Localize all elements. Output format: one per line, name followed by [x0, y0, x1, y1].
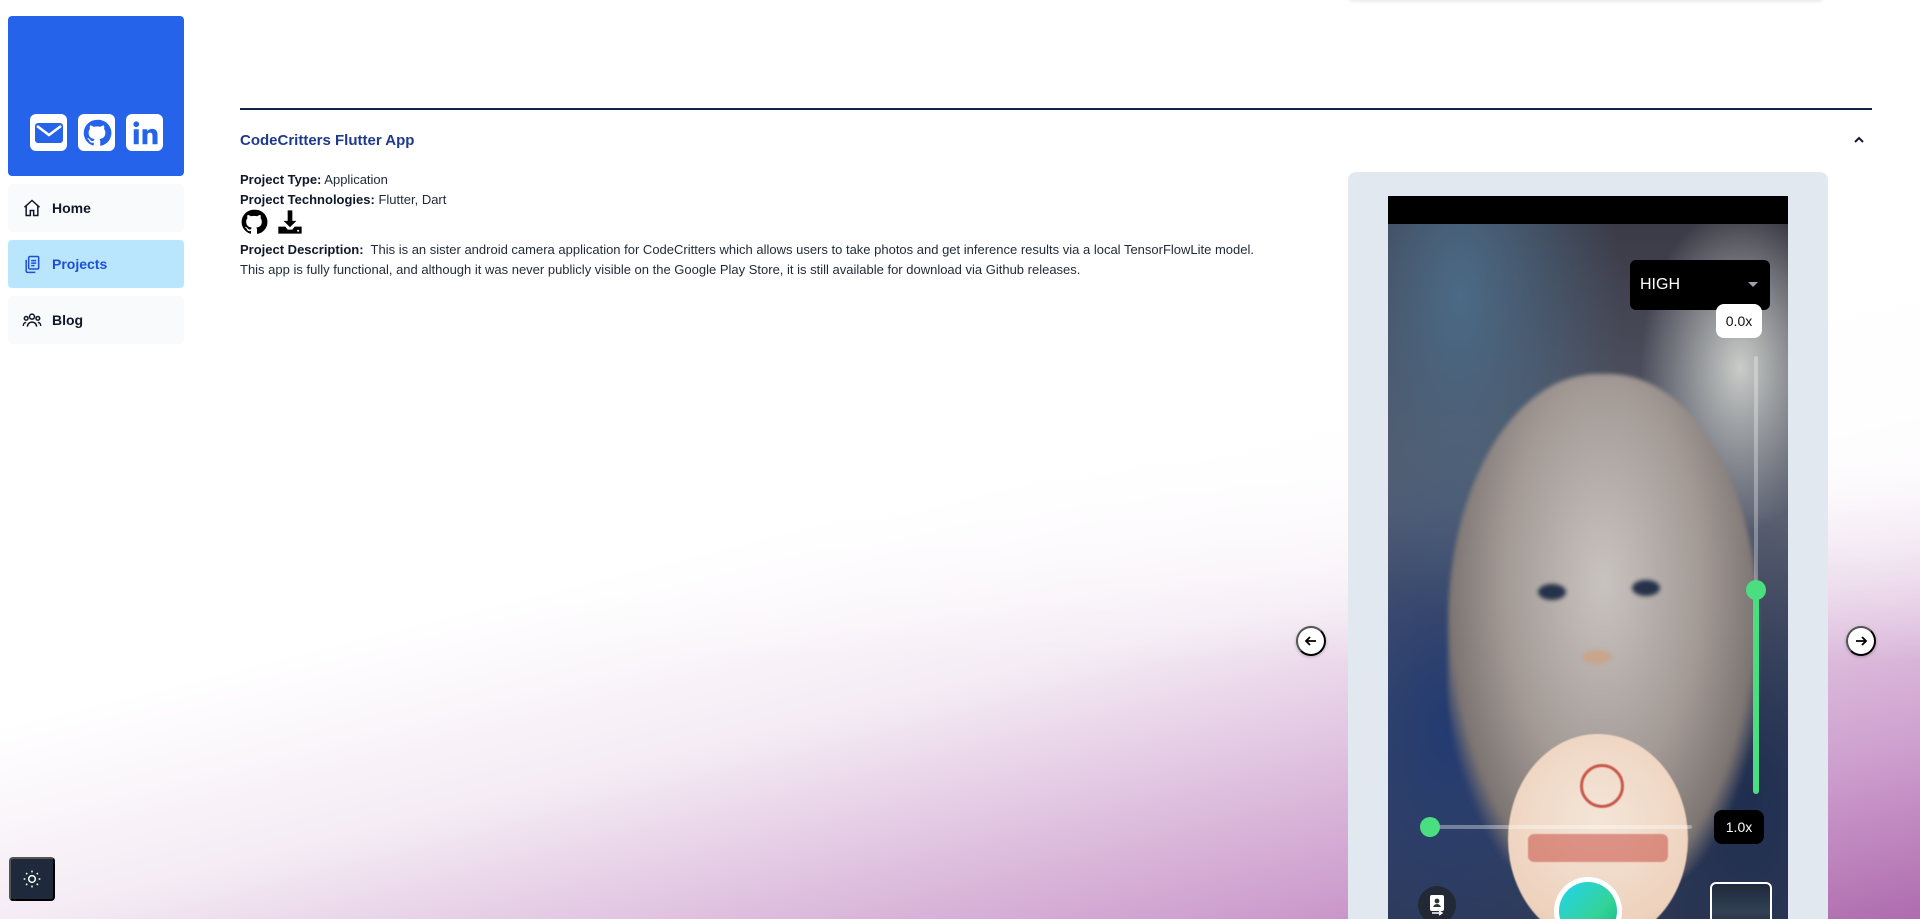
- project-details: Project Type: Application Project Techno…: [240, 170, 1280, 280]
- project-tech-value: Flutter, Dart: [378, 192, 447, 207]
- zoom-current-label: 1.0x: [1714, 810, 1764, 844]
- project-tech-label: Project Technologies:: [240, 192, 375, 207]
- tag-lettering: [1528, 834, 1668, 862]
- shutter-inner: [1559, 882, 1617, 919]
- quality-dropdown[interactable]: HIGH: [1630, 260, 1770, 310]
- project-description-line1: This is an sister android camera applica…: [370, 242, 1254, 257]
- sidebar-item-projects[interactable]: Projects: [8, 240, 184, 288]
- project-description-label: Project Description:: [240, 242, 364, 257]
- plush-nose: [1582, 650, 1612, 664]
- project-title: CodeCritters Flutter App: [240, 132, 415, 149]
- project-tech-row: Project Technologies: Flutter, Dart: [240, 190, 1280, 210]
- project-type-row: Project Type: Application: [240, 170, 1280, 190]
- linkedin-icon[interactable]: [126, 114, 163, 151]
- users-icon: [22, 313, 42, 327]
- switch-camera-button[interactable]: [1418, 886, 1456, 919]
- documents-icon: [25, 255, 40, 274]
- plush-eye: [1632, 580, 1660, 596]
- sidebar-item-blog[interactable]: Blog: [8, 296, 184, 344]
- home-icon: [24, 199, 40, 217]
- app-screenshot: HIGH 0.0x 1.0x: [1388, 196, 1788, 919]
- arrow-right-icon: [1856, 636, 1868, 646]
- sidebar-item-label: Projects: [52, 256, 108, 272]
- sidebar-item-label: Blog: [52, 312, 84, 328]
- sun-icon: [23, 870, 41, 888]
- zoom-slider-track[interactable]: [1430, 825, 1692, 829]
- screenshot-carousel: HIGH 0.0x 1.0x: [1348, 172, 1828, 919]
- arrow-left-icon: [1304, 636, 1316, 646]
- github-icon[interactable]: [78, 114, 115, 151]
- last-photo-thumbnail[interactable]: [1710, 882, 1772, 919]
- plush-eye: [1538, 584, 1566, 600]
- zoom-slider-thumb[interactable]: [1420, 817, 1440, 837]
- sidebar-item-label: Home: [52, 200, 91, 216]
- carousel-next-button[interactable]: [1846, 626, 1876, 656]
- project-description-line2: This app is fully functional, and althou…: [240, 262, 1081, 277]
- main-content: CodeCritters Flutter App Project Type: A…: [240, 108, 1872, 277]
- social-links-card: [8, 16, 184, 176]
- quality-value: HIGH: [1640, 276, 1680, 293]
- carousel-prev-button[interactable]: [1296, 626, 1326, 656]
- email-icon[interactable]: [30, 114, 67, 151]
- exposure-slider-thumb[interactable]: [1746, 580, 1766, 600]
- github-icon[interactable]: [240, 208, 268, 242]
- project-type-value: Application: [324, 172, 388, 187]
- switch-camera-icon: [1430, 895, 1444, 916]
- camera-preview: HIGH 0.0x 1.0x: [1388, 224, 1788, 919]
- project-description: Project Description: This is an sister a…: [240, 240, 1280, 260]
- sidebar-item-home[interactable]: Home: [8, 184, 184, 232]
- social-icons: [30, 114, 163, 151]
- exposure-slider-fill: [1753, 588, 1759, 794]
- caret-down-icon: [1748, 282, 1758, 287]
- sidebar: Home Projects Blog: [8, 16, 184, 344]
- chevron-up-icon[interactable]: [1852, 133, 1866, 147]
- theme-toggle-button[interactable]: [9, 857, 55, 901]
- project-links: [240, 208, 1280, 242]
- tag-stamp: [1580, 764, 1624, 808]
- download-icon[interactable]: [276, 208, 304, 242]
- zoom-max-label: 0.0x: [1716, 304, 1762, 338]
- project-type-label: Project Type:: [240, 172, 322, 187]
- project-accordion-header[interactable]: CodeCritters Flutter App: [240, 110, 1872, 166]
